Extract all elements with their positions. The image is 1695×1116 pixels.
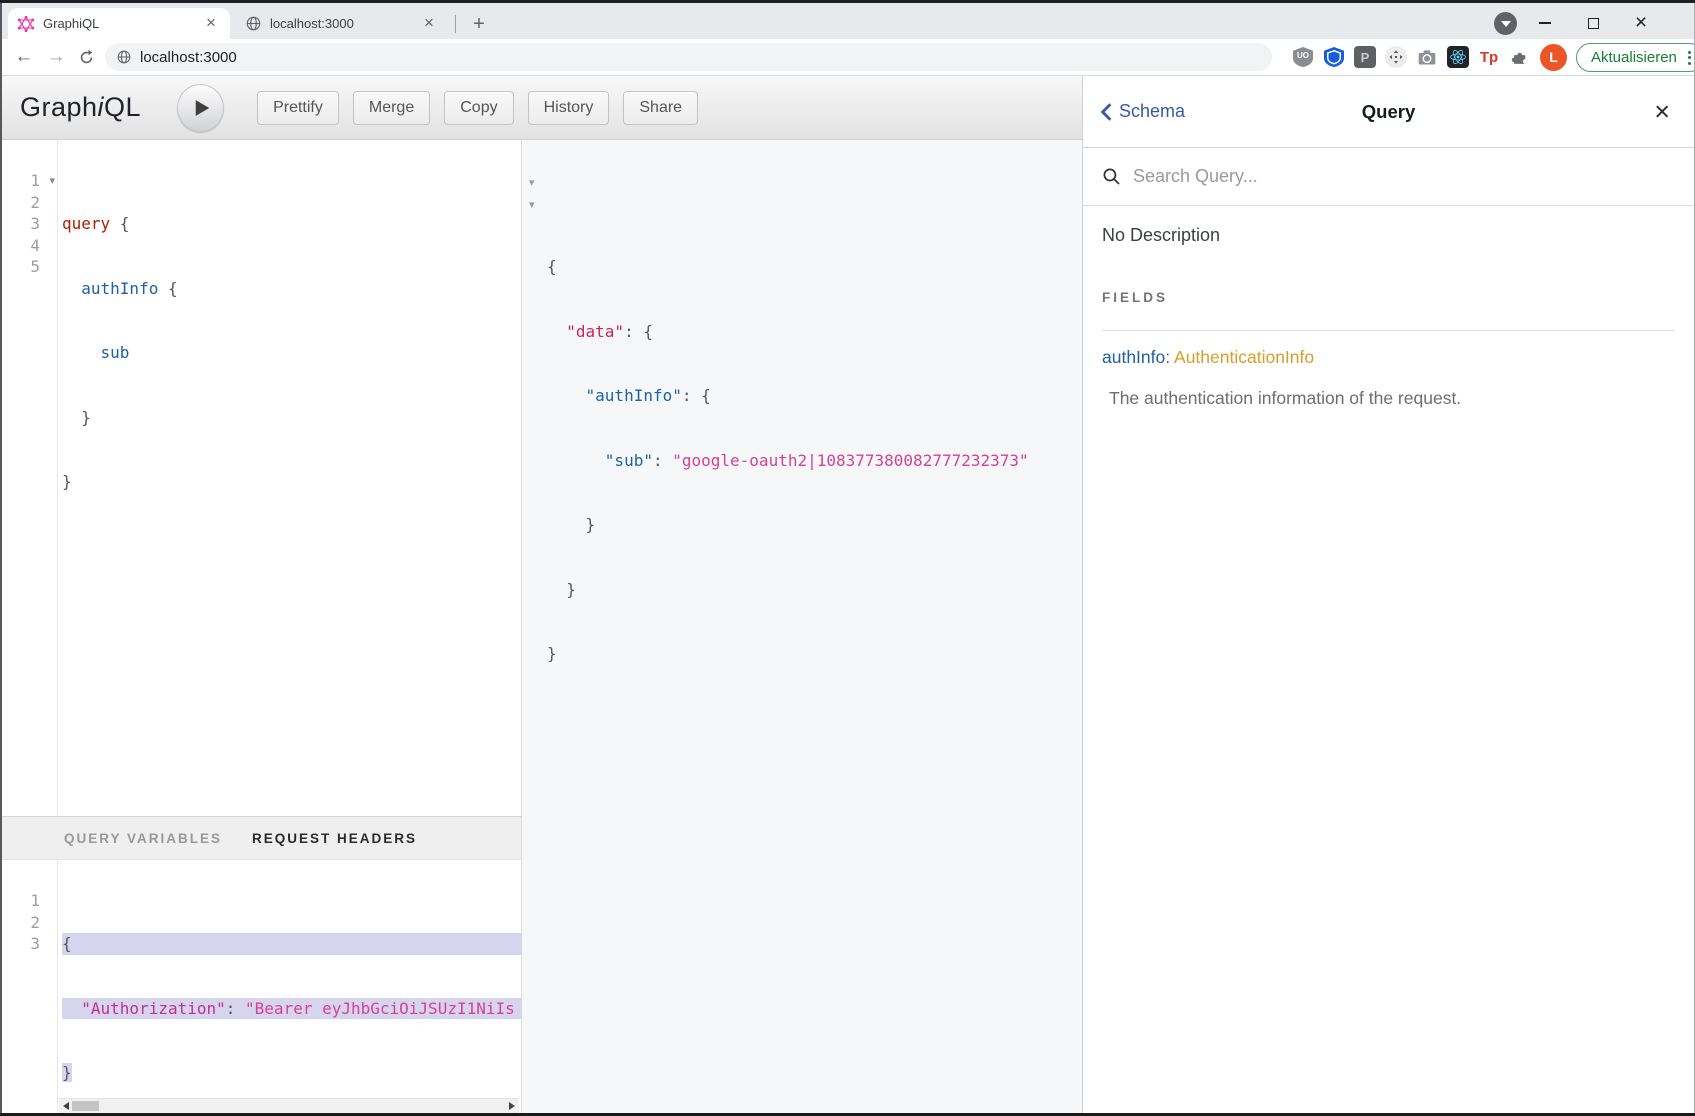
line-number: 5 [2,256,57,278]
play-icon [194,99,211,117]
field-name-link[interactable]: authInfo [1102,347,1165,367]
reload-icon [78,49,95,66]
kebab-menu-icon[interactable] [1686,49,1693,67]
tab-separator [455,15,456,33]
tab-close-icon[interactable]: × [420,15,438,33]
tab-query-variables[interactable]: QUERY VARIABLES [64,831,222,846]
fold-arrow-icon[interactable]: ▾ [49,170,55,192]
line-number: 1 [30,171,40,190]
tab-title: GraphiQL [43,16,202,31]
browser-update-menu[interactable]: Aktualisieren [1576,43,1695,72]
doc-search-row [1083,148,1694,206]
field-description: The authentication information of the re… [1102,388,1675,409]
graphiql-logo: GraphiQL [20,92,141,123]
execute-button[interactable] [177,84,224,132]
headers-editor-gutter: 1 2 3 [2,860,58,1113]
share-button[interactable]: Share [623,91,698,125]
browser-tab-strip: GraphiQL × localhost:3000 × + × [0,3,1695,39]
scroll-right-arrow-icon[interactable] [509,1102,515,1110]
tab-search-button[interactable] [1494,12,1517,35]
graphql-favicon [18,16,34,32]
address-bar[interactable]: localhost:3000 [105,43,1272,71]
doc-back-link[interactable]: Schema [1101,101,1185,122]
graphiql-app: GraphiQL Prettify Merge Copy History Sha… [2,76,1694,1113]
extensions-puzzle-icon[interactable] [1509,46,1531,68]
doc-explorer-header: Schema Query × [1083,76,1694,148]
url-text: localhost:3000 [140,49,237,66]
variables-tab-bar: QUERY VARIABLES REQUEST HEADERS [2,816,521,860]
line-number: 1 [2,890,57,912]
graphiql-main: 1 ▾ 2 3 4 5 query { authInfo { sub } } [2,140,1082,1113]
screenshot-extension-icon[interactable] [1416,46,1438,68]
scrollbar-thumb[interactable] [72,1101,99,1111]
query-editor[interactable]: 1 ▾ 2 3 4 5 query { authInfo { sub } } [2,140,521,816]
scroll-left-arrow-icon[interactable] [63,1102,69,1110]
doc-search-input[interactable] [1133,166,1547,187]
forward-button[interactable]: → [42,43,70,71]
type-description: No Description [1102,225,1675,246]
fields-heading: FIELDS [1102,290,1675,331]
merge-button[interactable]: Merge [353,91,430,125]
window-minimize-button[interactable] [1530,11,1560,35]
search-icon [1102,167,1121,186]
ublock-extension-icon[interactable]: UO [1292,46,1314,68]
line-number: 2 [2,912,57,934]
line-number: 2 [2,192,57,214]
profile-avatar[interactable]: L [1540,44,1567,71]
query-editor-gutter: 1 ▾ 2 3 4 5 [2,140,58,816]
doc-close-icon[interactable]: × [1654,98,1670,125]
p-extension-icon[interactable]: P [1354,46,1376,68]
back-button[interactable]: ← [10,43,38,71]
horizontal-scrollbar[interactable] [59,1098,519,1113]
result-viewer: ▾ ▾ { "data": { "authInfo": { "sub": "go… [522,140,1082,1113]
browser-toolbar: ← → localhost:3000 UO P [0,39,1695,76]
window-close-button[interactable]: × [1626,11,1656,35]
browser-tab-localhost[interactable]: localhost:3000 × [236,8,448,39]
new-tab-button[interactable]: + [466,11,492,37]
doc-body: No Description FIELDS authInfo: Authenti… [1083,206,1694,409]
tab-request-headers[interactable]: REQUEST HEADERS [252,831,417,846]
field-row: authInfo: AuthenticationInfo [1102,347,1675,368]
reload-button[interactable] [72,43,100,71]
query-pane: 1 ▾ 2 3 4 5 query { authInfo { sub } } [2,140,522,1113]
history-button[interactable]: History [528,91,610,125]
line-number: 3 [2,933,57,955]
window-left-edge [0,0,2,1116]
copy-button[interactable]: Copy [444,91,513,125]
doc-back-label: Schema [1119,101,1185,122]
site-globe-icon [117,50,131,64]
request-headers-editor[interactable]: 1 2 3 { "Authorization": "Bearer eyJhbGc… [2,860,521,1113]
headers-editor-code[interactable]: { "Authorization": "Bearer eyJhbGciOiJSU… [58,860,521,1113]
globe-favicon [246,16,261,31]
graphiql-left-region: GraphiQL Prettify Merge Copy History Sha… [2,76,1082,1113]
react-devtools-extension-icon[interactable] [1447,46,1469,68]
line-number: 4 [2,235,57,257]
field-type-link[interactable]: AuthenticationInfo [1174,347,1314,367]
chevron-down-icon [1501,21,1511,27]
window-maximize-button[interactable] [1578,11,1608,35]
update-button-label: Aktualisieren [1591,49,1677,66]
query-editor-code[interactable]: query { authInfo { sub } } [58,140,521,816]
prettify-button[interactable]: Prettify [257,91,339,125]
extensions-row: UO P [1292,42,1567,72]
tampermonkey-extension-icon[interactable]: Tp [1478,46,1500,68]
doc-title: Query [1143,101,1634,123]
window-top-edge [0,0,1695,3]
move-tool-extension-icon[interactable] [1385,46,1407,68]
graphiql-topbar: GraphiQL Prettify Merge Copy History Sha… [2,76,1082,140]
tab-close-icon[interactable]: × [202,15,220,33]
browser-tab-graphiql[interactable]: GraphiQL × [8,8,230,39]
fold-arrow-icon[interactable]: ▾ [529,172,535,194]
doc-explorer-panel: Schema Query × No Description FIELDS aut… [1082,76,1694,1113]
line-number: 3 [2,213,57,235]
chevron-left-icon [1101,103,1112,121]
bitwarden-extension-icon[interactable] [1323,46,1345,68]
fold-arrow-icon[interactable]: ▾ [529,194,535,216]
tab-title: localhost:3000 [270,16,420,31]
